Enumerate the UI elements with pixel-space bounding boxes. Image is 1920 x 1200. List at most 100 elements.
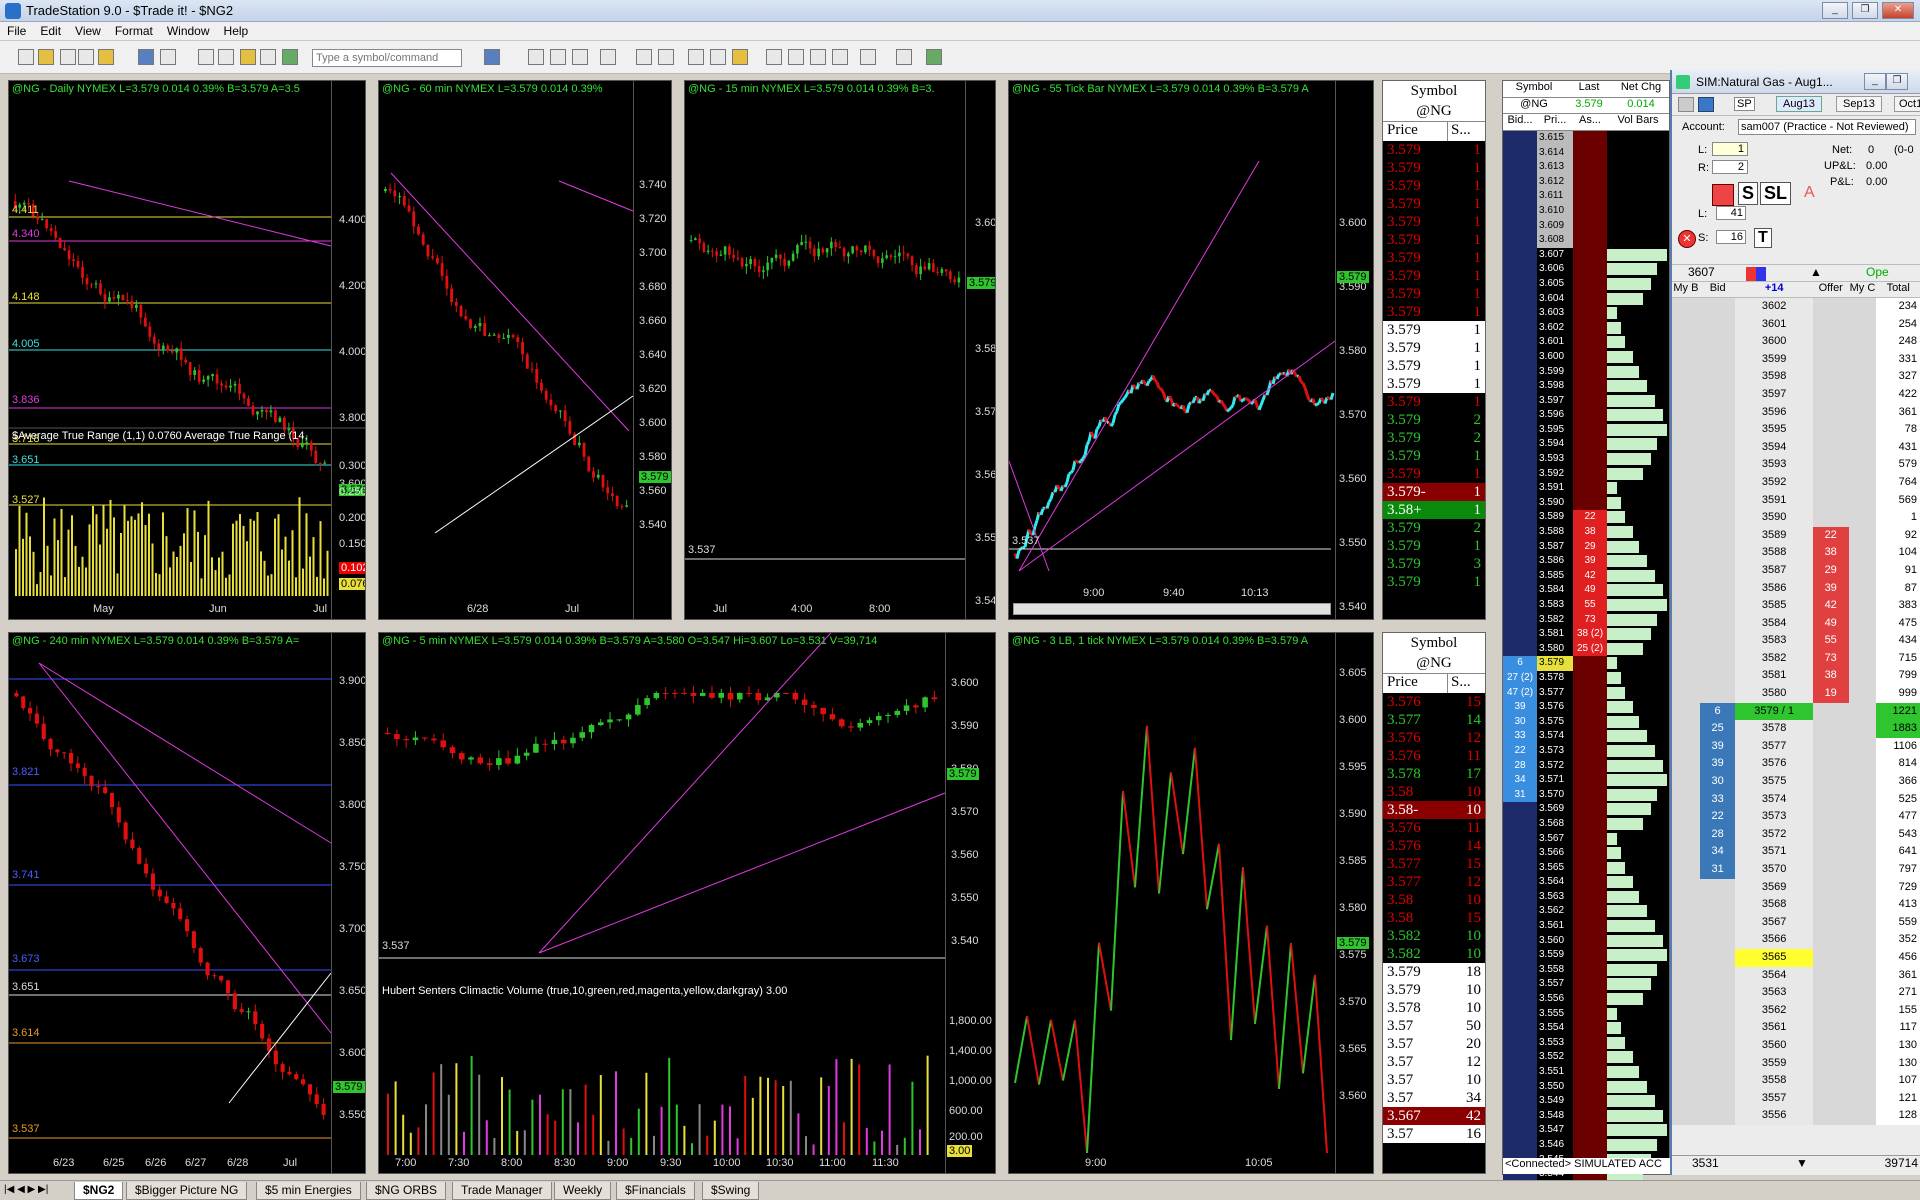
myoffer-cell[interactable] bbox=[1848, 825, 1877, 844]
dom-row[interactable]: 3600 248 bbox=[1672, 333, 1920, 351]
dom-price[interactable]: 3573 bbox=[1735, 808, 1813, 826]
col-netchg[interactable]: Net Chg bbox=[1613, 81, 1669, 97]
dom-price[interactable]: 3576 bbox=[1735, 755, 1813, 774]
trend-line[interactable] bbox=[390, 172, 630, 432]
dom-price[interactable]: 3581 bbox=[1735, 667, 1813, 686]
bid-cell[interactable]: 30 bbox=[1699, 773, 1736, 791]
bid-size[interactable]: 30 bbox=[1503, 714, 1537, 730]
s-input[interactable]: 16 bbox=[1716, 230, 1746, 244]
mybid-cell[interactable] bbox=[1672, 368, 1700, 386]
offer-cell[interactable] bbox=[1812, 385, 1849, 404]
bid-size[interactable] bbox=[1503, 495, 1537, 511]
ask-size[interactable] bbox=[1573, 831, 1607, 847]
book-price[interactable]: 3.575 bbox=[1537, 714, 1573, 730]
bid-size[interactable] bbox=[1503, 379, 1537, 394]
ask-size[interactable] bbox=[1573, 875, 1607, 890]
dom-row[interactable]: 39 3577 1106 bbox=[1672, 737, 1920, 756]
book-price[interactable]: 3.592 bbox=[1537, 466, 1573, 482]
book-price[interactable]: 3.576 bbox=[1537, 700, 1573, 715]
book-price[interactable]: 3.600 bbox=[1537, 349, 1573, 365]
col-myoffer[interactable]: My C bbox=[1849, 282, 1877, 297]
book-price[interactable]: 3.603 bbox=[1537, 306, 1573, 321]
ask-size[interactable] bbox=[1573, 1065, 1607, 1080]
month-tab-0[interactable]: Aug13 bbox=[1776, 96, 1822, 112]
book-row[interactable]: 3.610 bbox=[1503, 203, 1669, 219]
mybid-cell[interactable] bbox=[1672, 315, 1700, 334]
ask-size[interactable] bbox=[1573, 422, 1607, 438]
fib-icon[interactable] bbox=[810, 49, 826, 65]
menu-help[interactable]: Help bbox=[217, 22, 256, 40]
offer-cell[interactable] bbox=[1812, 1089, 1849, 1108]
bid-size[interactable] bbox=[1503, 408, 1537, 423]
myoffer-cell[interactable] bbox=[1848, 667, 1877, 686]
sim-trading-window[interactable]: SIM:Natural Gas - Aug1... _ ❐ SP Aug13 S… bbox=[1670, 70, 1920, 1175]
bid-size[interactable] bbox=[1503, 452, 1537, 467]
bid-size[interactable] bbox=[1503, 1035, 1537, 1051]
menu-file[interactable]: File bbox=[0, 22, 33, 40]
dom-price[interactable]: 3599 bbox=[1735, 350, 1813, 369]
ask-size[interactable] bbox=[1573, 670, 1607, 686]
dom-row[interactable]: 3556 128 bbox=[1672, 1107, 1920, 1125]
book-row[interactable]: 27 (2) 3.578 bbox=[1503, 670, 1669, 686]
dom-row[interactable]: 3597 422 bbox=[1672, 385, 1920, 404]
myoffer-cell[interactable] bbox=[1848, 526, 1877, 545]
book-row[interactable]: 30 3.575 bbox=[1503, 714, 1669, 730]
bid-size[interactable] bbox=[1503, 1108, 1537, 1124]
book-price[interactable]: 3.574 bbox=[1537, 729, 1573, 744]
dom-row[interactable]: 3569 729 bbox=[1672, 878, 1920, 897]
alert-icon[interactable]: A bbox=[1804, 184, 1824, 204]
book-row[interactable]: 3.565 bbox=[1503, 860, 1669, 876]
dom-price[interactable]: 3584 bbox=[1735, 614, 1813, 633]
offer-cell[interactable] bbox=[1812, 931, 1849, 949]
book-price[interactable]: 3.608 bbox=[1537, 233, 1573, 248]
bid-size[interactable] bbox=[1503, 320, 1537, 336]
tab-trade-manager[interactable]: Trade Manager bbox=[452, 1182, 552, 1200]
book-row[interactable]: 3.604 bbox=[1503, 291, 1669, 307]
dom-price[interactable]: 3566 bbox=[1735, 931, 1813, 949]
book-price[interactable]: 3.593 bbox=[1537, 452, 1573, 467]
myoffer-cell[interactable] bbox=[1848, 1019, 1877, 1037]
bid-size[interactable] bbox=[1503, 933, 1537, 949]
ask-size[interactable] bbox=[1573, 233, 1607, 248]
dom-row[interactable]: 25 3578 1883 bbox=[1672, 720, 1920, 738]
bid-size[interactable] bbox=[1503, 919, 1537, 934]
folder-icon[interactable] bbox=[98, 49, 114, 65]
bid-size[interactable] bbox=[1503, 525, 1537, 540]
ask-size[interactable]: 55 bbox=[1573, 598, 1607, 613]
dom-price[interactable]: 3568 bbox=[1735, 896, 1813, 914]
book-row[interactable]: 6 3.579 bbox=[1503, 656, 1669, 671]
book-row[interactable]: 3.596 bbox=[1503, 408, 1669, 423]
candles-icon[interactable] bbox=[658, 49, 674, 65]
ask-size[interactable]: 39 bbox=[1573, 554, 1607, 569]
grid-icon[interactable] bbox=[550, 49, 566, 65]
copy-icon[interactable] bbox=[60, 49, 76, 65]
myoffer-cell[interactable] bbox=[1848, 931, 1877, 949]
bid-size[interactable] bbox=[1503, 466, 1537, 482]
bid-size[interactable] bbox=[1503, 539, 1537, 555]
search-icon[interactable] bbox=[484, 49, 500, 65]
book-price[interactable]: 3.591 bbox=[1537, 481, 1573, 496]
book-row[interactable]: 3.580 25 (2) bbox=[1503, 641, 1669, 657]
bid-size[interactable] bbox=[1503, 641, 1537, 657]
book-row[interactable]: 3.594 bbox=[1503, 437, 1669, 453]
bid-cell[interactable] bbox=[1699, 368, 1736, 386]
book-price[interactable]: 3.588 bbox=[1537, 525, 1573, 540]
dom-row[interactable]: 3561 117 bbox=[1672, 1019, 1920, 1037]
myoffer-cell[interactable] bbox=[1848, 579, 1877, 598]
mybid-cell[interactable] bbox=[1672, 861, 1700, 879]
dom-row[interactable]: 3583 55 434 bbox=[1672, 632, 1920, 650]
offer-cell[interactable] bbox=[1812, 350, 1849, 369]
book-price[interactable]: 3.597 bbox=[1537, 393, 1573, 409]
offer-cell[interactable] bbox=[1812, 966, 1849, 985]
mybid-cell[interactable] bbox=[1672, 896, 1700, 914]
col-price[interactable]: Price bbox=[1383, 122, 1447, 141]
book-price[interactable]: 3.601 bbox=[1537, 335, 1573, 350]
book-price[interactable]: 3.564 bbox=[1537, 875, 1573, 890]
bid-size[interactable] bbox=[1503, 816, 1537, 832]
bid-size[interactable] bbox=[1503, 203, 1537, 219]
myoffer-cell[interactable] bbox=[1848, 1072, 1877, 1090]
bid-cell[interactable] bbox=[1699, 685, 1736, 703]
dom-row[interactable]: 3567 559 bbox=[1672, 913, 1920, 932]
bid-size[interactable] bbox=[1503, 846, 1537, 861]
r-qty-input[interactable]: 2 bbox=[1712, 160, 1748, 174]
